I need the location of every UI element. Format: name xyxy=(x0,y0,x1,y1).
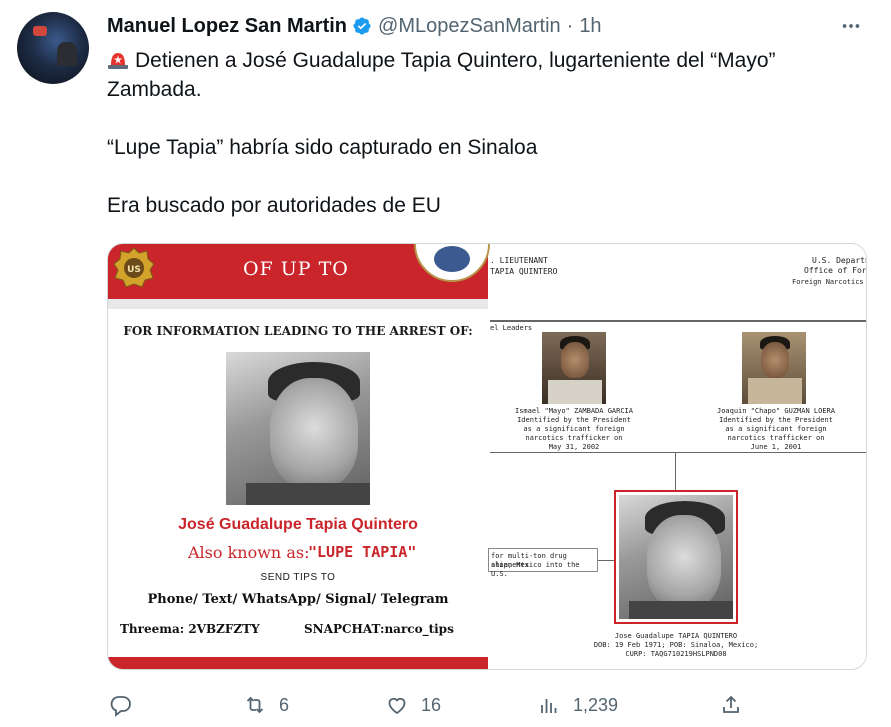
leader-1-caption: Ismael "Mayo" ZAMBADA GARCIA Identified … xyxy=(510,407,638,452)
subject-caption: Jose Guadalupe TAPIA QUINTERO DOB: 19 Fe… xyxy=(586,632,766,659)
subject-photo xyxy=(619,495,733,619)
leader-2-line: Identified by the President xyxy=(719,416,833,424)
poster-threema: Threema: 2VBZFZTY xyxy=(120,622,260,636)
chart-title-2: TAPIA QUINTERO xyxy=(490,267,558,276)
dept-line-1: U.S. Departn xyxy=(812,256,867,265)
dept-line-2: Office of Foreig xyxy=(804,266,867,275)
avatar[interactable] xyxy=(17,12,89,84)
org-chart-image[interactable]: . LIEUTENANT TAPIA QUINTERO U.S. Departn… xyxy=(488,244,867,669)
leader-1-line: as a significant foreign xyxy=(523,425,625,433)
poster-aka-label: Also known as: xyxy=(188,543,310,562)
share-icon xyxy=(723,695,739,713)
note-line-2: aloa, Mexico into the U.S. xyxy=(491,561,580,578)
leader-1-photo xyxy=(542,332,606,404)
tweet-media[interactable]: US OF UP TO FOR INFORMATION LEADING TO T… xyxy=(107,243,867,670)
avatar-figure xyxy=(57,42,77,66)
suspect-photo xyxy=(226,352,370,505)
poster-aka-value: "LUPE TAPIA" xyxy=(308,543,417,561)
chart-section-label: el Leaders xyxy=(490,324,533,332)
leader-2-line: narcotics trafficker on xyxy=(727,434,825,442)
siren-icon xyxy=(108,53,128,69)
poster-red-footer xyxy=(108,657,488,669)
note-box: for multi-ton drug shipments aloa, Mexic… xyxy=(488,548,598,578)
like-icon xyxy=(388,697,406,715)
reply-button[interactable] xyxy=(109,690,133,720)
leader-2-line: as a significant foreign xyxy=(725,425,827,433)
leader-2-date: June 1, 2001 xyxy=(750,443,802,451)
leader-2-name: Joaquin "Chapo" GUZMAN LOERA xyxy=(716,407,835,415)
reply-icon xyxy=(110,696,131,717)
poster-header-text: OF UP TO xyxy=(243,258,349,280)
tweet-line-2: “Lupe Tapia” habría sido capturado en Si… xyxy=(107,136,538,159)
subject-curp: CURP: TAQG710219HSLPND08 xyxy=(625,650,727,658)
author-handle[interactable]: @MLopezSanMartin xyxy=(378,15,561,38)
like-count: 16 xyxy=(421,694,442,715)
poster-full-name: José Guadalupe Tapia Quintero xyxy=(178,516,418,533)
separator-dot: · xyxy=(566,14,574,37)
leader-2-photo xyxy=(742,332,806,404)
avatar-detail xyxy=(33,26,47,36)
tweet-line-1: Detienen a José Guadalupe Tapia Quintero… xyxy=(107,49,776,101)
share-button[interactable] xyxy=(719,690,743,720)
chart-header-rule xyxy=(490,320,866,322)
poster-channels: Phone/ Text/ WhatsApp/ Signal/ Telegram xyxy=(147,592,449,607)
tweet-actions: 6 16 1,239 xyxy=(107,690,867,720)
wanted-poster-image[interactable]: US OF UP TO FOR INFORMATION LEADING TO T… xyxy=(108,244,490,669)
poster-divider xyxy=(108,299,488,309)
views-count: 1,239 xyxy=(573,694,619,715)
subject-photo-frame xyxy=(614,490,738,624)
chart-connector-h xyxy=(490,452,866,453)
svg-text:US: US xyxy=(127,265,141,275)
poster-send-tips: SEND TIPS TO xyxy=(260,572,336,583)
poster-intro: FOR INFORMATION LEADING TO THE ARREST OF… xyxy=(123,324,473,338)
retweet-icon xyxy=(246,696,264,714)
views-button[interactable]: 1,239 xyxy=(537,690,618,720)
retweet-button[interactable]: 6 xyxy=(243,690,289,720)
leader-1-name: Ismael "Mayo" ZAMBADA GARCIA xyxy=(514,407,633,415)
subject-name: Jose Guadalupe TAPIA QUINTERO xyxy=(614,632,738,640)
tweet-text: Detienen a José Guadalupe Tapia Quintero… xyxy=(107,46,867,220)
tweet-line-3: Era buscado por autoridades de EU xyxy=(107,194,441,217)
poster-snapchat: SNAPCHAT:narco_tips xyxy=(304,622,454,636)
tweet-header: Manuel Lopez San Martin @MLopezSanMartin… xyxy=(107,14,602,38)
chart-title-1: . LIEUTENANT xyxy=(490,256,548,265)
subject-dob: DOB: 19 Feb 1971; POB: Sinaloa, Mexico; xyxy=(593,641,759,649)
dept-line-3: Foreign Narcotics Ki xyxy=(792,278,866,286)
chart-connector-v xyxy=(675,452,676,490)
chart-connector-note xyxy=(598,560,614,561)
dea-badge-icon: US xyxy=(113,247,155,288)
leader-1-date: May 31, 2002 xyxy=(548,443,600,451)
leader-2-caption: Joaquin "Chapo" GUZMAN LOERA Identified … xyxy=(712,407,840,452)
author-name[interactable]: Manuel Lopez San Martin xyxy=(107,15,347,38)
more-icon[interactable] xyxy=(839,14,863,38)
like-button[interactable]: 16 xyxy=(385,690,441,720)
views-icon xyxy=(541,699,557,713)
retweet-count: 6 xyxy=(279,694,290,715)
verified-badge-icon xyxy=(353,17,371,35)
tweet-timestamp[interactable]: 1h xyxy=(579,15,601,38)
leader-1-line: narcotics trafficker on xyxy=(525,434,623,442)
leader-1-line: Identified by the President xyxy=(517,416,631,424)
